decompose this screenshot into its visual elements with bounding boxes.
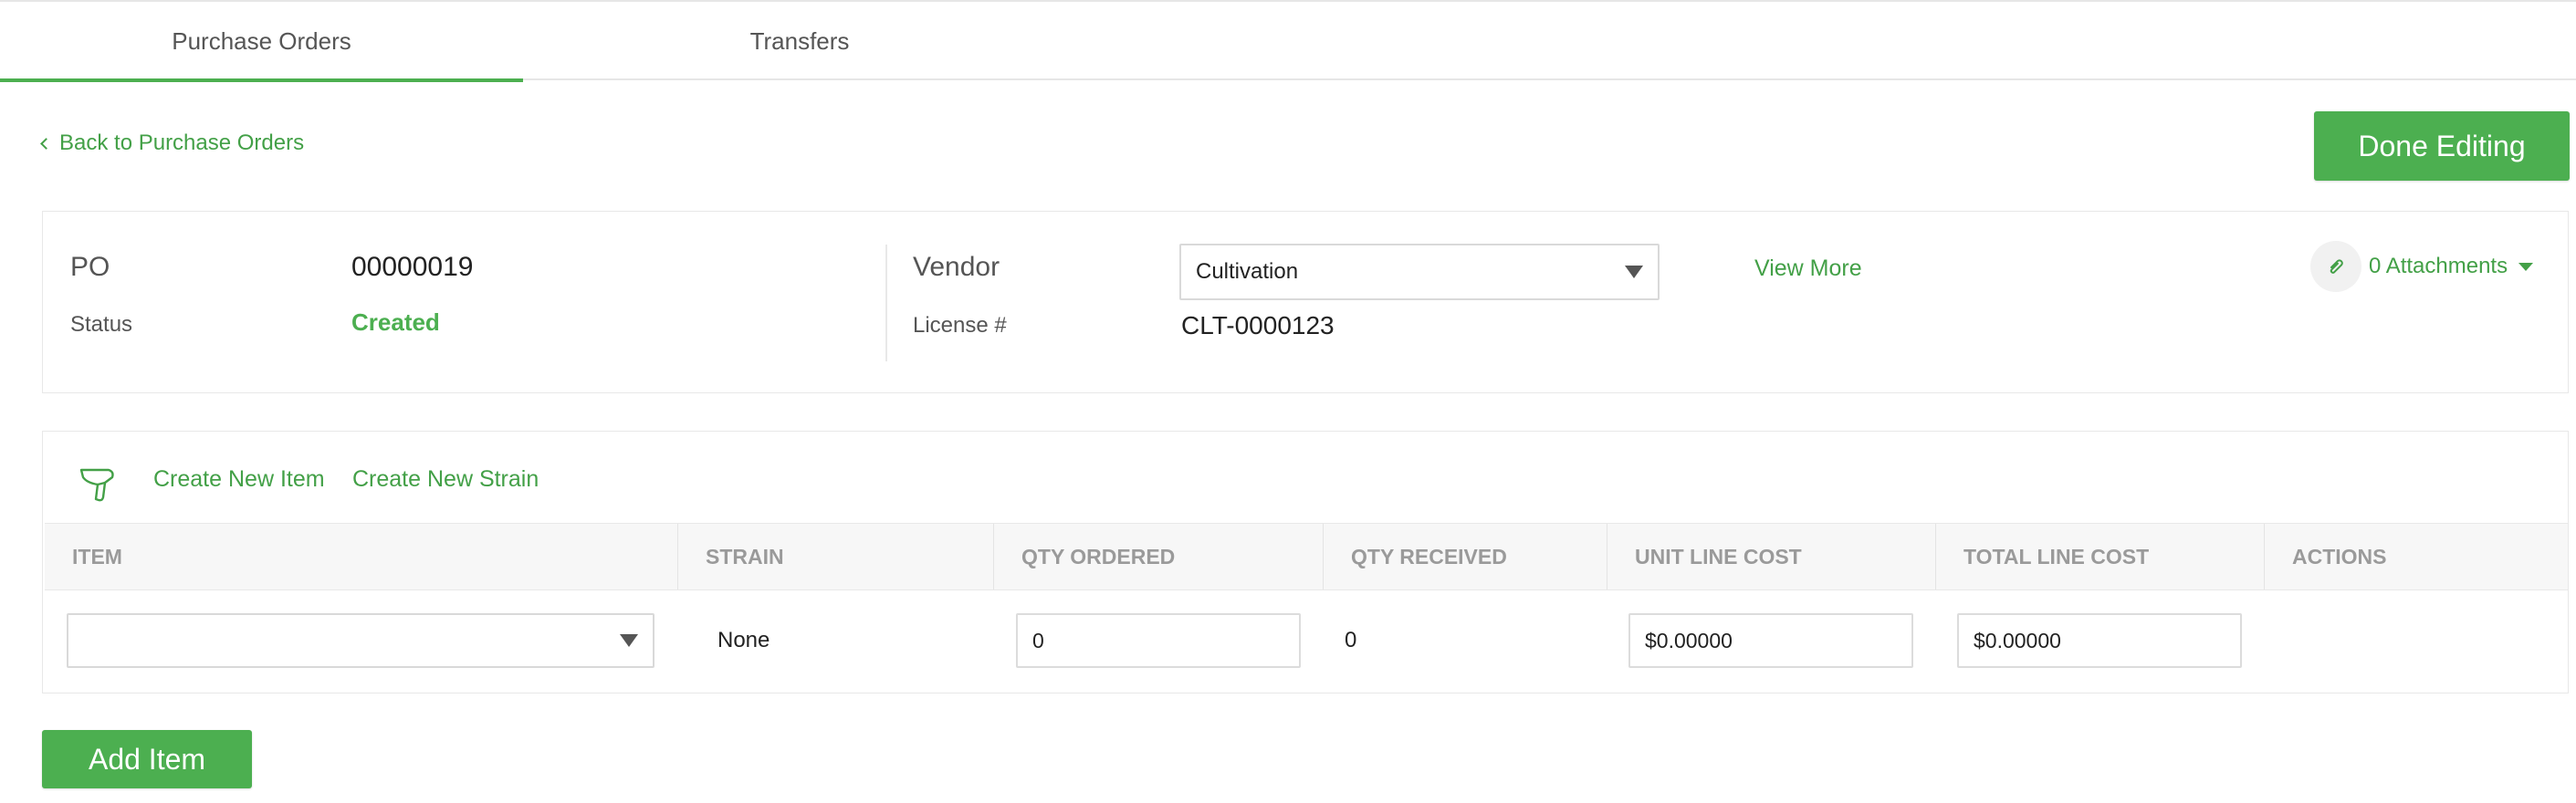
chevron-down-icon	[1625, 266, 1643, 278]
tab-bar: Purchase Orders Transfers	[0, 0, 2576, 82]
strain-value: None	[717, 628, 770, 652]
column-header-qty-ordered: QTY ORDERED	[993, 524, 1323, 589]
po-info-card: PO 00000019 Status Created Vendor Cultiv…	[42, 211, 2569, 393]
attachments-label: 0 Attachments	[2369, 254, 2508, 278]
po-label: PO	[70, 252, 110, 282]
view-more-link[interactable]: View More	[1754, 256, 1862, 282]
status-label: Status	[70, 312, 133, 337]
add-item-button[interactable]: Add Item	[42, 730, 252, 788]
total-line-cost-input[interactable]: $0.00000	[1957, 613, 2242, 668]
back-to-purchase-orders-link[interactable]: Back to Purchase Orders	[40, 130, 305, 156]
tab-transfers[interactable]: Transfers	[523, 2, 1076, 80]
column-header-unit-line-cost: UNIT LINE COST	[1607, 524, 1935, 589]
column-header-item: ITEM	[72, 544, 122, 568]
chevron-down-icon	[2518, 262, 2534, 271]
column-header-qty-received: QTY RECEIVED	[1323, 524, 1607, 589]
items-card: Create New Item Create New Strain ITEM S…	[42, 431, 2569, 694]
chevron-left-icon	[40, 137, 52, 150]
vendor-select-value: Cultivation	[1196, 259, 1299, 284]
chevron-down-icon	[620, 634, 638, 647]
paperclip-icon	[2310, 241, 2361, 292]
card-divider	[885, 245, 887, 361]
qty-ordered-input[interactable]: 0	[1016, 613, 1301, 668]
create-new-item-link[interactable]: Create New Item	[153, 466, 325, 493]
column-header-strain: STRAIN	[677, 524, 993, 589]
column-header-total-line-cost: TOTAL LINE COST	[1935, 524, 2264, 589]
vendor-select[interactable]: Cultivation	[1179, 244, 1660, 300]
license-value: CLT-0000123	[1181, 311, 1335, 339]
attachments-dropdown[interactable]: 0 Attachments	[2310, 241, 2534, 292]
barcode-scanner-icon[interactable]	[78, 463, 120, 509]
done-editing-button[interactable]: Done Editing	[2314, 111, 2570, 181]
tab-purchase-orders[interactable]: Purchase Orders	[0, 2, 523, 82]
create-new-strain-link[interactable]: Create New Strain	[352, 466, 539, 493]
po-number: 00000019	[351, 252, 474, 282]
vendor-label: Vendor	[913, 252, 1000, 282]
column-header-actions: ACTIONS	[2264, 524, 2568, 589]
table-header: ITEM STRAIN QTY ORDERED QTY RECEIVED UNI…	[45, 523, 2568, 590]
item-select[interactable]	[67, 613, 654, 668]
back-link-label: Back to Purchase Orders	[59, 130, 305, 155]
license-label: License #	[913, 313, 1007, 338]
status-value: Created	[351, 308, 440, 336]
unit-line-cost-input[interactable]: $0.00000	[1628, 613, 1913, 668]
qty-received-value: 0	[1345, 628, 1357, 652]
